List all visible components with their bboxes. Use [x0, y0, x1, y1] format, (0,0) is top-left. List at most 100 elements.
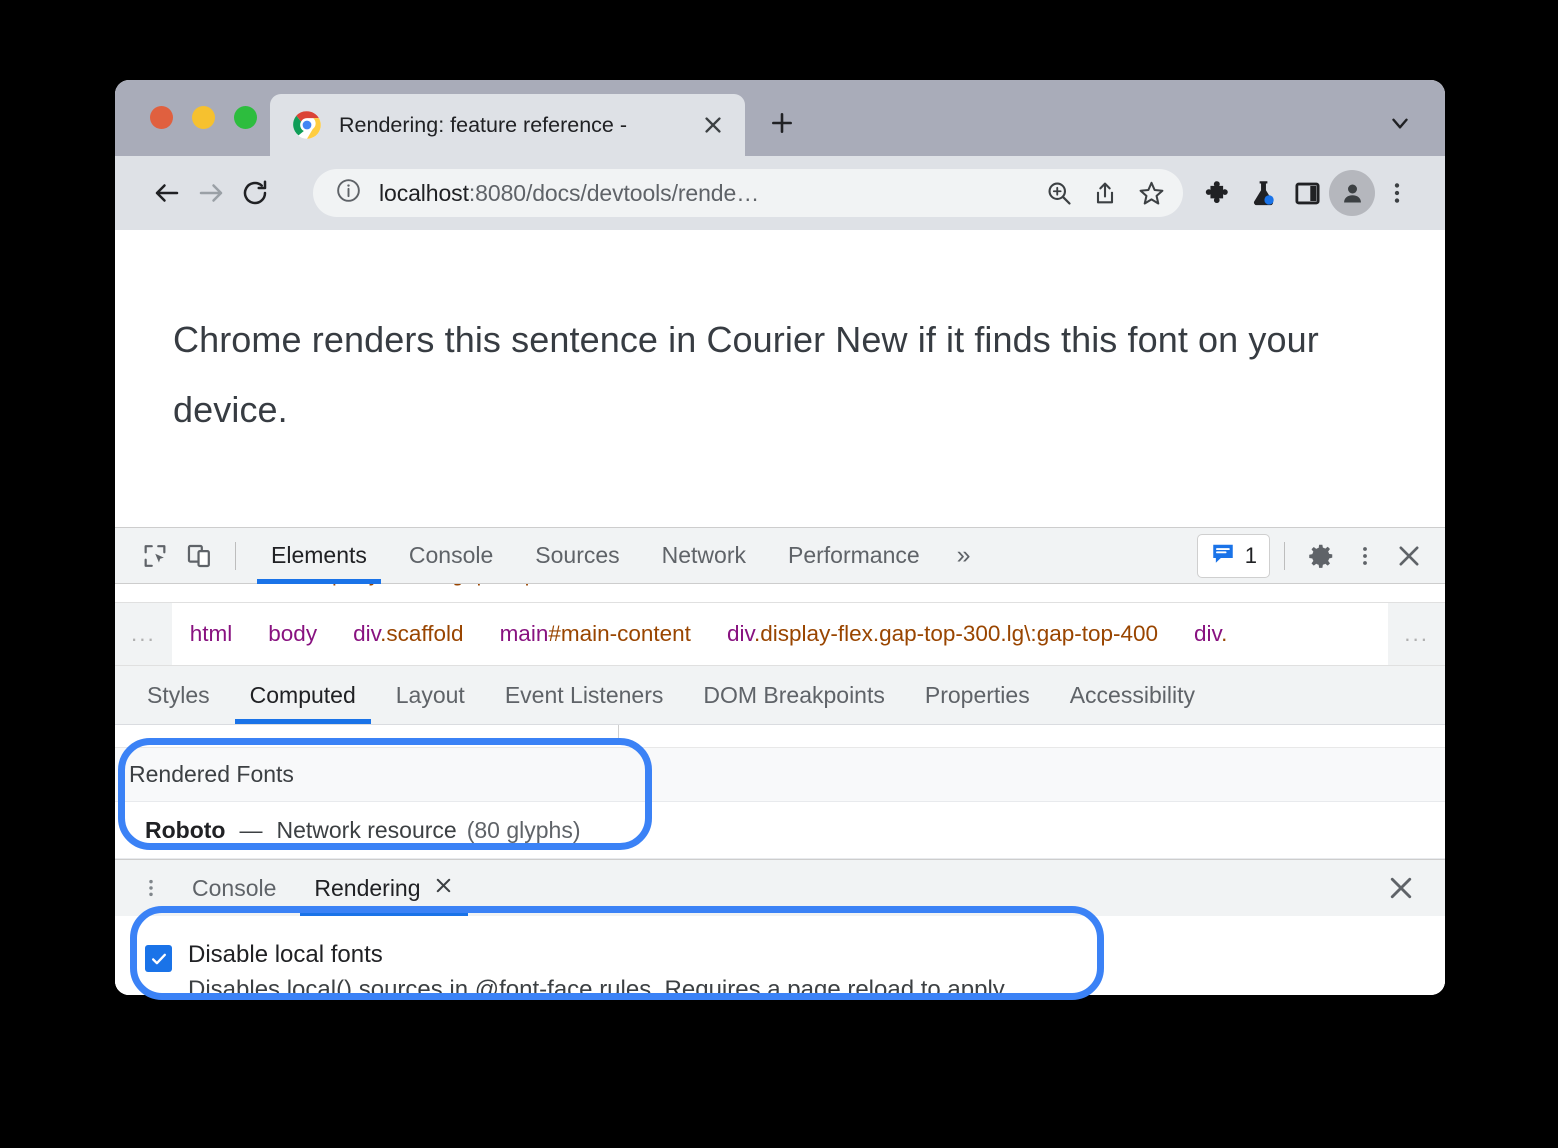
issues-count: 1 — [1244, 542, 1257, 568]
page-viewport: Chrome renders this sentence in Courier … — [115, 230, 1445, 527]
drawer-tab-rendering[interactable]: Rendering — [295, 861, 472, 916]
rendered-font-glyphs: (80 glyphs) — [466, 816, 581, 843]
pane-tab-properties[interactable]: Properties — [905, 667, 1050, 724]
back-arrow-icon[interactable] — [145, 171, 189, 215]
breadcrumb-tag: main — [499, 621, 549, 646]
chevron-down-icon[interactable] — [1385, 108, 1415, 138]
breadcrumb-tag: div — [353, 621, 381, 646]
tab-sources[interactable]: Sources — [514, 528, 640, 584]
rendered-font-name: Roboto — [145, 816, 226, 843]
forward-arrow-icon — [189, 171, 233, 215]
more-tabs-icon[interactable]: » — [941, 541, 987, 570]
star-icon[interactable] — [1129, 171, 1173, 215]
info-circle-icon[interactable] — [335, 177, 362, 209]
computed-pane-scroll-strip — [115, 725, 1445, 748]
tab-strip: Rendering: feature reference - — [115, 80, 1445, 156]
devtools-more-options-icon[interactable] — [1343, 536, 1387, 576]
tab-close-icon[interactable] — [699, 111, 727, 139]
share-icon[interactable] — [1083, 171, 1127, 215]
toolbar-divider — [235, 541, 236, 570]
setting-text-group: Disable local fonts Disables local() sou… — [188, 940, 1010, 995]
avatar-icon[interactable] — [1329, 170, 1375, 216]
breadcrumb-id: #main-content — [548, 621, 691, 646]
tab-title: Rendering: feature reference - — [339, 112, 628, 137]
url-text: localhost:8080/docs/devtools/rende… — [379, 180, 1037, 207]
page-sentence: Chrome renders this sentence in Courier … — [173, 319, 1319, 431]
pane-tab-layout[interactable]: Layout — [376, 667, 485, 724]
rendered-font-source: Network resource — [276, 816, 457, 843]
breadcrumb-class: .display-flex.gap-top-300.lg\:gap-top-40… — [754, 621, 1159, 646]
rendering-drawer-body: Disable local fonts Disables local() sou… — [115, 916, 1445, 995]
tab-console[interactable]: Console — [388, 528, 514, 584]
breadcrumb: ... html body div.scaffold main#main-con… — [115, 603, 1445, 666]
breadcrumb-tag: div — [1194, 621, 1222, 646]
breadcrumb-tag: div — [726, 621, 755, 646]
breadcrumb-class: . — [1221, 621, 1228, 646]
browser-tab[interactable]: Rendering: feature reference - — [270, 94, 745, 156]
browser-toolbar: localhost:8080/docs/devtools/rende… — [115, 156, 1445, 230]
flask-icon[interactable] — [1241, 171, 1285, 215]
window-controls — [115, 106, 257, 156]
gear-icon[interactable] — [1299, 536, 1343, 576]
drawer-more-options-icon[interactable] — [129, 868, 173, 908]
drawer-tab-label: Rendering — [314, 874, 421, 901]
zoom-in-icon[interactable] — [1037, 171, 1081, 215]
setting-disable-local-fonts[interactable]: Disable local fonts Disables local() sou… — [145, 940, 1445, 995]
breadcrumb-class: .scaffold — [380, 621, 464, 646]
reload-icon[interactable] — [233, 171, 277, 215]
new-tab-button[interactable] — [767, 108, 797, 138]
breadcrumb-item-div-scaffold[interactable]: div.scaffold — [335, 621, 481, 647]
issues-speech-bubble-icon — [1210, 540, 1236, 572]
omnibox-actions — [1037, 171, 1173, 215]
breadcrumb-item-main[interactable]: main#main-content — [482, 621, 709, 647]
drawer-close-icon[interactable] — [1383, 870, 1419, 906]
url-path: :8080/docs/devtools/rende… — [468, 179, 760, 206]
devtools-tab-bar: Elements Console Sources Network Perform… — [115, 527, 1445, 584]
side-panel-icon[interactable] — [1285, 171, 1329, 215]
three-dot-menu-icon[interactable] — [1375, 171, 1419, 215]
tab-performance[interactable]: Performance — [767, 528, 941, 584]
rendered-fonts-header[interactable]: Rendered Fonts — [115, 748, 1445, 802]
devtools-close-icon[interactable] — [1387, 536, 1431, 576]
rendered-font-separator: — — [239, 816, 263, 843]
drawer-tab-console[interactable]: Console — [173, 861, 295, 916]
inspect-element-icon[interactable] — [133, 536, 177, 576]
styles-sidebar-tabs: Styles Computed Layout Event Listeners D… — [115, 666, 1445, 725]
drawer-tab-label: Console — [192, 874, 277, 901]
device-toolbar-icon[interactable] — [177, 536, 221, 576]
toolbar-divider-2 — [1284, 541, 1285, 570]
browser-window: Rendering: feature reference - localhost… — [115, 80, 1445, 995]
breadcrumb-item-div-last[interactable]: div. — [1176, 621, 1245, 647]
chrome-logo-icon — [292, 110, 322, 140]
tab-elements[interactable]: Elements — [250, 528, 388, 584]
address-bar[interactable]: localhost:8080/docs/devtools/rende… — [313, 169, 1183, 217]
breadcrumb-item-body[interactable]: body — [250, 621, 335, 647]
tab-network[interactable]: Network — [641, 528, 767, 584]
breadcrumb-item-div-flex[interactable]: div.display-flex.gap-top-300.lg\:gap-top… — [709, 621, 1176, 647]
breadcrumb-item-html[interactable]: html — [172, 621, 251, 647]
disable-local-fonts-checkbox[interactable] — [145, 945, 172, 972]
setting-description: Disables local() sources in @font-face r… — [188, 976, 1010, 995]
issues-badge[interactable]: 1 — [1196, 533, 1270, 578]
pane-tab-styles[interactable]: Styles — [127, 667, 230, 724]
puzzle-piece-icon[interactable] — [1197, 171, 1241, 215]
url-host: localhost — [379, 179, 469, 206]
drawer-tab-bar: Console Rendering — [115, 859, 1445, 916]
breadcrumb-tag: html — [189, 621, 233, 646]
devtools-panel: Elements Console Sources Network Perform… — [115, 527, 1445, 995]
pane-tab-dom-breakpoints[interactable]: DOM Breakpoints — [683, 667, 905, 724]
close-window-button[interactable] — [150, 106, 173, 129]
dom-tree-clipped: <div class="display-flex gap-top-300"> …… — [115, 584, 1445, 603]
breadcrumb-overflow-right[interactable]: ... — [1388, 603, 1445, 665]
minimize-window-button[interactable] — [192, 106, 215, 129]
dom-tree-row: <div class="display-flex gap-top-300"> …… — [151, 584, 717, 586]
breadcrumb-tag: body — [268, 621, 318, 646]
breadcrumb-overflow-left[interactable]: ... — [115, 603, 172, 665]
drawer-tab-close-icon[interactable] — [433, 875, 454, 902]
pane-tab-computed[interactable]: Computed — [230, 667, 376, 724]
maximize-window-button[interactable] — [234, 106, 257, 129]
setting-title: Disable local fonts — [188, 941, 383, 968]
rendered-fonts-row: Roboto — Network resource (80 glyphs) — [115, 802, 1445, 859]
pane-tab-accessibility[interactable]: Accessibility — [1050, 667, 1215, 724]
pane-tab-event-listeners[interactable]: Event Listeners — [485, 667, 684, 724]
